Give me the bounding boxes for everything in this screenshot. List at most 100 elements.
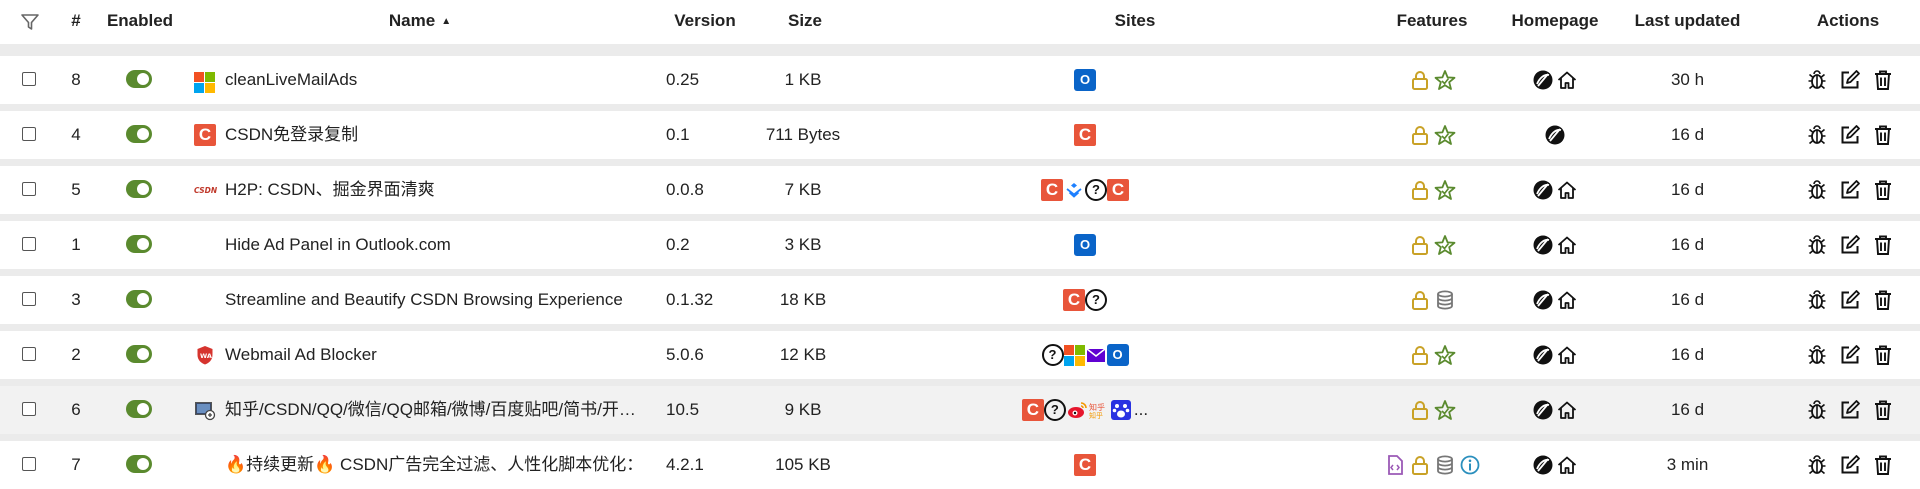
- site-icons[interactable]: C?: [900, 276, 1270, 324]
- bug-icon[interactable]: [1806, 124, 1828, 146]
- bug-icon[interactable]: [1806, 289, 1828, 311]
- column-header-enabled[interactable]: Enabled: [100, 0, 180, 44]
- row-number: 3: [71, 290, 81, 309]
- row-select-checkbox[interactable]: [22, 127, 36, 141]
- edit-icon[interactable]: [1839, 344, 1861, 366]
- script-icon-wrapper: [194, 399, 216, 421]
- row-select-checkbox[interactable]: [22, 237, 36, 251]
- enabled-toggle[interactable]: [126, 400, 152, 418]
- table-row[interactable]: 1 Hide Ad Panel in Outlook.com 0.2 3 KB O 16 …: [0, 221, 1920, 269]
- homepage-links[interactable]: [1500, 166, 1610, 214]
- homepage-links[interactable]: [1500, 441, 1610, 489]
- trash-icon[interactable]: [1872, 124, 1894, 146]
- homepage-links[interactable]: [1500, 56, 1610, 104]
- script-name-link[interactable]: 🔥持续更新🔥 CSDN广告完全过滤、人性化脚本优化：…: [225, 441, 645, 489]
- bug-icon[interactable]: [1806, 69, 1828, 91]
- site-icons[interactable]: C? 知乎 知乎...: [900, 386, 1270, 434]
- enabled-toggle[interactable]: [126, 455, 152, 473]
- edit-icon[interactable]: [1839, 124, 1861, 146]
- site-icons[interactable]: C: [900, 111, 1270, 159]
- table-row[interactable]: 8 cleanLiveMailAds 0.25 1 KB O 30 h: [0, 56, 1920, 104]
- edit-icon[interactable]: [1839, 399, 1861, 421]
- edit-icon[interactable]: [1839, 289, 1861, 311]
- trash-icon[interactable]: [1872, 69, 1894, 91]
- row-select-checkbox[interactable]: [22, 292, 36, 306]
- column-header-version[interactable]: Version: [660, 0, 750, 44]
- homepage-links[interactable]: [1500, 221, 1610, 269]
- feature-icons: [1380, 331, 1484, 379]
- row-select-checkbox[interactable]: [22, 72, 36, 86]
- table-row[interactable]: 4 C CSDN免登录复制 0.1 711 Bytes C 16 d: [0, 111, 1920, 159]
- unknown-icon: ?: [1041, 344, 1064, 366]
- bug-icon[interactable]: [1806, 234, 1828, 256]
- site-icons[interactable]: O: [900, 221, 1270, 269]
- script-name-link[interactable]: Webmail Ad Blocker: [225, 331, 645, 379]
- site-icons[interactable]: ? O: [900, 331, 1270, 379]
- table-row[interactable]: 2 WAB Webmail Ad Blocker 5.0.6 12 KB? O 16 d: [0, 331, 1920, 379]
- script-name-link[interactable]: CSDN免登录复制: [225, 111, 645, 159]
- enabled-toggle[interactable]: [126, 70, 152, 88]
- script-name-link[interactable]: cleanLiveMailAds: [225, 56, 645, 104]
- weibo-icon: [1066, 399, 1088, 421]
- row-select-checkbox[interactable]: [22, 182, 36, 196]
- row-number: 1: [71, 235, 81, 254]
- column-header-actions: Actions: [1816, 11, 1880, 30]
- row-select-checkbox[interactable]: [22, 402, 36, 416]
- zhihu-icon: 知乎 知乎: [1088, 399, 1110, 421]
- trash-icon[interactable]: [1872, 234, 1894, 256]
- site-icons[interactable]: C: [900, 441, 1270, 489]
- enabled-toggle[interactable]: [126, 180, 152, 198]
- globe-icon: [1532, 69, 1554, 91]
- globe-icon: [1532, 454, 1554, 476]
- homepage-links[interactable]: [1500, 331, 1610, 379]
- unknown-icon: ?: [1085, 179, 1107, 201]
- home-icon: [1556, 289, 1578, 311]
- column-header-size[interactable]: Size: [770, 0, 840, 44]
- edit-icon[interactable]: [1839, 69, 1861, 91]
- more-sites-indicator[interactable]: ...: [1134, 400, 1148, 420]
- trash-icon[interactable]: [1872, 289, 1894, 311]
- star-icon: [1434, 399, 1456, 421]
- script-name-link[interactable]: 知乎/CSDN/QQ/微信/QQ邮箱/微博/百度贴吧/简书/开…: [225, 386, 645, 434]
- homepage-links[interactable]: [1500, 111, 1610, 159]
- script-name-link[interactable]: Hide Ad Panel in Outlook.com: [225, 221, 645, 269]
- enabled-toggle[interactable]: [126, 345, 152, 363]
- svg-text:知乎: 知乎: [1089, 402, 1105, 412]
- feature-icons: [1380, 441, 1484, 489]
- row-select-checkbox[interactable]: [22, 457, 36, 471]
- enabled-toggle[interactable]: [126, 235, 152, 253]
- table-row[interactable]: 6 知乎/CSDN/QQ/微信/QQ邮箱/微博/百度贴吧/简书/开… 10.5 9 K…: [0, 386, 1920, 434]
- script-icon-wrapper: [194, 69, 215, 93]
- table-row[interactable]: 5 CSDN H2P: CSDN、掘金界面清爽 0.0.8 7 KB C? C 16 d: [0, 166, 1920, 214]
- table-row[interactable]: 3 Streamline and Beautify CSDN Browsing E…: [0, 276, 1920, 324]
- homepage-links[interactable]: [1500, 386, 1610, 434]
- site-icons[interactable]: O: [900, 56, 1270, 104]
- trash-icon[interactable]: [1872, 399, 1894, 421]
- column-header-name[interactable]: Name ▲: [330, 0, 510, 44]
- script-name-link[interactable]: H2P: CSDN、掘金界面清爽: [225, 166, 645, 214]
- edit-icon[interactable]: [1839, 234, 1861, 256]
- homepage-links[interactable]: [1500, 276, 1610, 324]
- filter-icon[interactable]: [20, 12, 40, 32]
- bug-icon[interactable]: [1806, 179, 1828, 201]
- script-name-link[interactable]: Streamline and Beautify CSDN Browsing Ex…: [225, 276, 645, 324]
- row-select-checkbox[interactable]: [22, 347, 36, 361]
- trash-icon[interactable]: [1872, 179, 1894, 201]
- column-header-number[interactable]: #: [66, 0, 86, 44]
- script-icon-wrapper: C: [194, 124, 216, 146]
- enabled-toggle[interactable]: [126, 125, 152, 143]
- site-icons[interactable]: C? C: [900, 166, 1270, 214]
- lock-icon: [1409, 124, 1431, 146]
- script-icon-wrapper: WAB: [194, 344, 217, 366]
- table-row[interactable]: 7 🔥持续更新🔥 CSDN广告完全过滤、人性化脚本优化：… 4.2.1 105 KB C…: [0, 441, 1920, 489]
- bug-icon[interactable]: [1806, 454, 1828, 476]
- outlook-icon: O: [1106, 344, 1129, 366]
- enabled-toggle[interactable]: [126, 290, 152, 308]
- edit-icon[interactable]: [1839, 179, 1861, 201]
- column-header-last-updated[interactable]: Last updated: [1620, 0, 1755, 44]
- bug-icon[interactable]: [1806, 344, 1828, 366]
- bug-icon[interactable]: [1806, 399, 1828, 421]
- edit-icon[interactable]: [1839, 454, 1861, 476]
- trash-icon[interactable]: [1872, 344, 1894, 366]
- trash-icon[interactable]: [1872, 454, 1894, 476]
